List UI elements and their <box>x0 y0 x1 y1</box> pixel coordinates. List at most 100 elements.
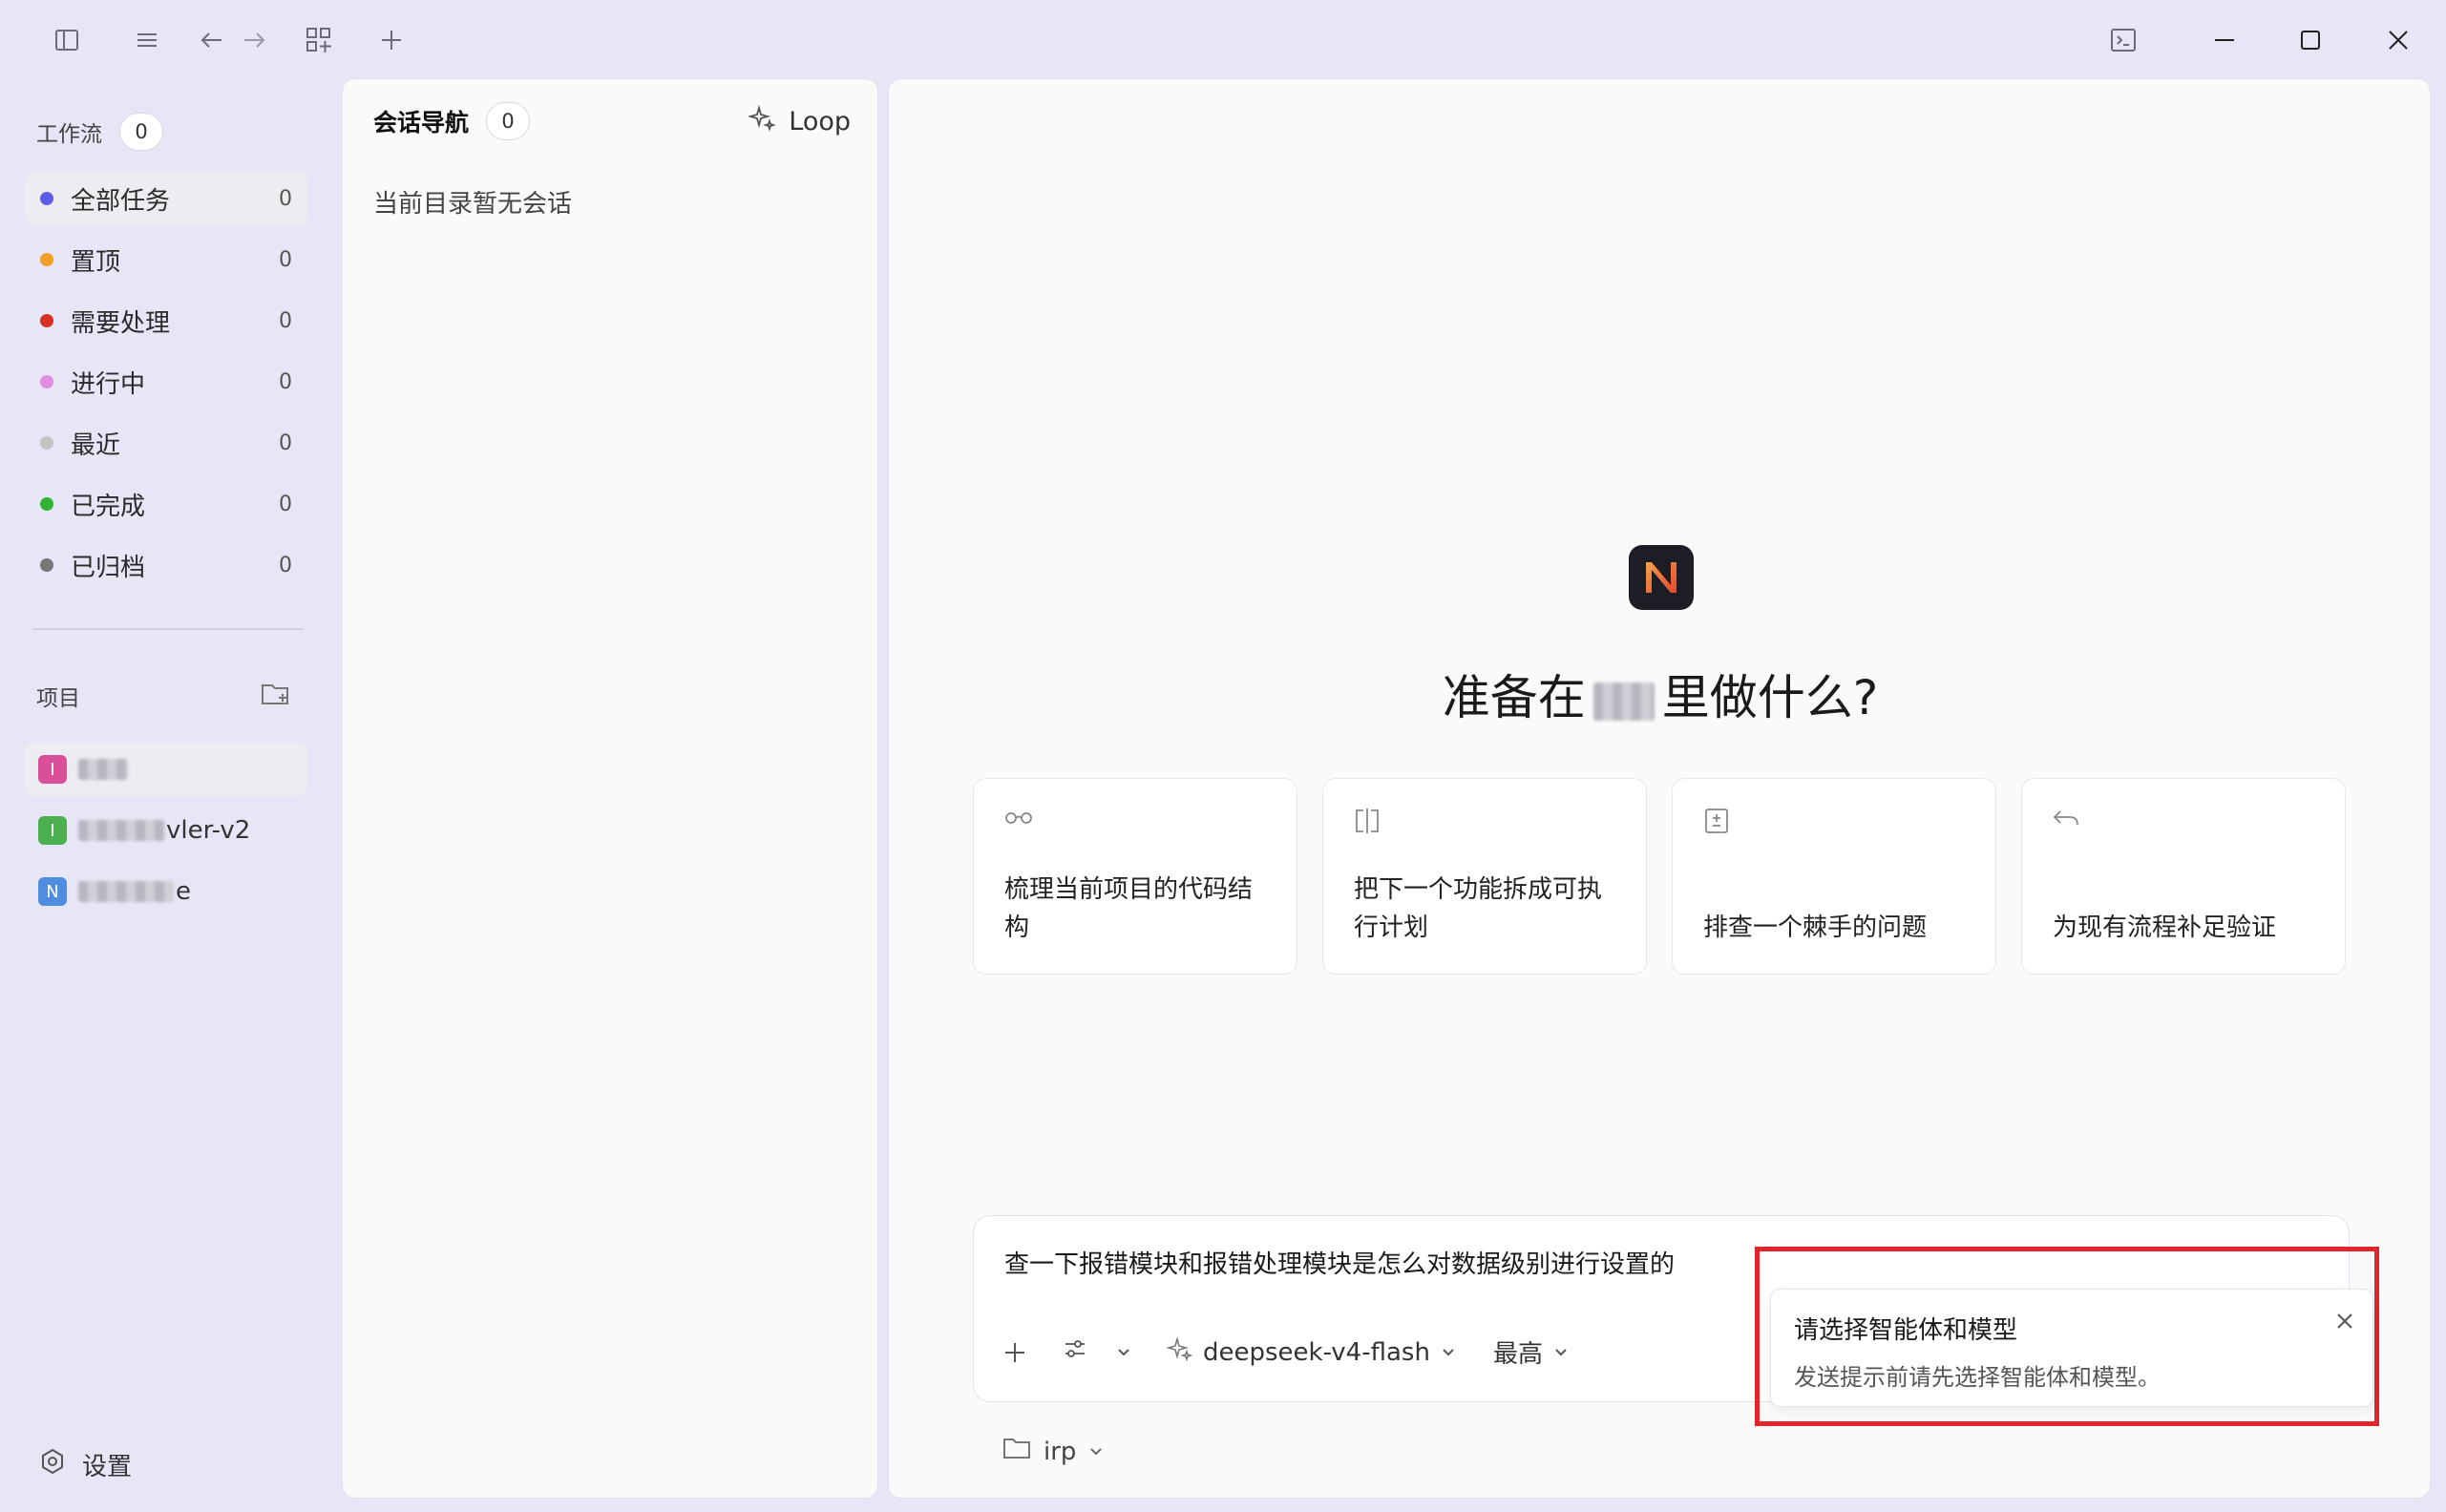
hero-suffix: 里做什么? <box>1661 670 1879 725</box>
menu-icon[interactable] <box>122 15 172 65</box>
sidebar-item-completed[interactable]: 已完成 0 <box>25 477 307 531</box>
status-dot <box>40 314 53 327</box>
attach-plus-icon[interactable] <box>1002 1340 1027 1365</box>
toast-message: 发送提示前请先选择智能体和模型。 <box>1794 1364 2161 1391</box>
sidebar-item-count: 0 <box>279 308 292 333</box>
sliders-icon <box>1062 1335 1088 1369</box>
sidebar-item-in-progress[interactable]: 进行中 0 <box>25 355 307 409</box>
sidebar: 工作流 0 全部任务 0 置顶 0 需要处理 0 进行中 0 最近 0 已完成 … <box>0 80 340 1512</box>
gear-icon <box>38 1447 67 1482</box>
close-icon[interactable] <box>2334 1311 2355 1335</box>
session-count-badge: 0 <box>486 102 531 140</box>
sidebar-item-needs-action[interactable]: 需要处理 0 <box>25 294 307 347</box>
sidebar-divider <box>32 628 304 630</box>
sidebar-item-recent[interactable]: 最近 0 <box>25 416 307 470</box>
model-name: deepseek-v4-flash <box>1203 1337 1430 1367</box>
forward-icon[interactable] <box>229 15 279 65</box>
status-dot <box>40 375 53 388</box>
suggestion-card-text: 把下一个功能拆成可执行计划 <box>1354 875 1603 942</box>
title-bar <box>0 0 2446 80</box>
sidebar-item-count: 0 <box>279 186 292 211</box>
sidebar-item-label: 最近 <box>71 430 121 460</box>
chevron-down-icon <box>1440 1338 1457 1367</box>
add-folder-icon[interactable] <box>260 680 292 712</box>
diff-icon <box>1701 806 1732 840</box>
effort-label: 最高 <box>1492 1340 1543 1369</box>
settings-button[interactable]: 设置 <box>38 1447 132 1482</box>
redacted-name <box>78 820 164 841</box>
folder-name: irp <box>1044 1437 1077 1466</box>
project-badge: I <box>38 816 67 845</box>
session-navigation-panel: 会话导航 0 Loop 当前目录暂无会话 <box>342 78 878 1499</box>
folder-selector[interactable]: irp <box>1002 1435 1105 1468</box>
hero-heading: 准备在 里做什么? <box>889 660 2432 728</box>
suggestion-cards: 梳理当前项目的代码结构 把下一个功能拆成可执行计划 排查一个棘手的问题 为现有流… <box>973 778 2346 975</box>
status-dot <box>40 192 53 205</box>
sidebar-item-all-tasks[interactable]: 全部任务 0 <box>25 172 307 225</box>
chevron-down-icon <box>1087 1438 1105 1466</box>
settings-label: 设置 <box>82 1453 133 1481</box>
suggestion-card-text: 排查一个棘手的问题 <box>1703 914 1928 942</box>
sidebar-item-label: 全部任务 <box>71 186 171 216</box>
redacted-project-name <box>1592 682 1655 721</box>
sidebar-item-label: 已归档 <box>71 553 146 582</box>
sidebar-item-archived[interactable]: 已归档 0 <box>25 538 307 592</box>
close-window-icon[interactable] <box>2370 15 2427 65</box>
projects-header: 项目 <box>36 680 292 712</box>
terminal-icon[interactable] <box>2095 15 2152 65</box>
project-item[interactable]: N e <box>25 865 307 918</box>
suggestion-card[interactable]: 排查一个棘手的问题 <box>1672 778 1996 975</box>
workflow-title: 工作流 <box>36 122 102 147</box>
glasses-icon <box>1002 806 1035 832</box>
chevron-down-icon <box>1115 1338 1132 1367</box>
loop-button[interactable]: Loop <box>747 104 851 139</box>
workflow-header: 工作流 0 <box>36 113 163 151</box>
maximize-icon[interactable] <box>2282 15 2339 65</box>
session-panel-title: 会话导航 <box>373 109 470 136</box>
model-selector[interactable]: deepseek-v4-flash <box>1166 1335 1457 1369</box>
effort-selector[interactable]: 最高 <box>1493 1334 1570 1370</box>
split-icon <box>1352 806 1382 840</box>
suggestion-card[interactable]: 梳理当前项目的代码结构 <box>973 778 1297 975</box>
new-tab-plus-icon[interactable] <box>367 15 416 65</box>
sparkle-icon <box>747 104 777 139</box>
undo-icon <box>2051 806 2081 840</box>
chevron-down-icon <box>1552 1338 1570 1367</box>
suggestion-card-text: 梳理当前项目的代码结构 <box>1004 875 1254 942</box>
notification-toast: 请选择智能体和模型 发送提示前请先选择智能体和模型。 <box>1770 1289 2373 1407</box>
sidebar-item-count: 0 <box>279 492 292 516</box>
sidebar-toggle-icon[interactable] <box>42 15 92 65</box>
loop-label: Loop <box>789 106 851 136</box>
hero-prefix: 准备在 <box>1442 670 1586 725</box>
status-dot <box>40 436 53 450</box>
sidebar-item-count: 0 <box>279 553 292 578</box>
project-name-suffix: e <box>176 877 191 906</box>
sparkle-icon <box>1166 1335 1193 1369</box>
workflow-count-badge: 0 <box>119 113 163 151</box>
status-dot <box>40 558 53 572</box>
project-badge: I <box>38 755 67 784</box>
redacted-name <box>78 881 174 902</box>
sidebar-item-label: 需要处理 <box>71 308 171 338</box>
sidebar-item-pinned[interactable]: 置顶 0 <box>25 233 307 286</box>
grid-add-icon[interactable] <box>294 15 344 65</box>
project-name-suffix: vler-v2 <box>166 816 251 845</box>
prompt-input[interactable]: 查一下报错模块和报错处理模块是怎么对数据级别进行设置的 <box>1004 1245 1675 1280</box>
project-item[interactable]: I vler-v2 <box>25 804 307 857</box>
suggestion-card[interactable]: 把下一个功能拆成可执行计划 <box>1322 778 1647 975</box>
sidebar-item-label: 已完成 <box>71 492 146 521</box>
sidebar-item-count: 0 <box>279 430 292 455</box>
suggestion-card[interactable]: 为现有流程补足验证 <box>2021 778 2346 975</box>
agent-settings-dropdown[interactable] <box>1062 1335 1132 1369</box>
suggestion-card-text: 为现有流程补足验证 <box>2053 914 2277 942</box>
project-badge: N <box>38 877 67 906</box>
minimize-icon[interactable] <box>2196 15 2253 65</box>
session-panel-header: 会话导航 0 Loop <box>373 102 851 140</box>
projects-title: 项目 <box>36 686 80 711</box>
folder-icon <box>1002 1435 1032 1468</box>
empty-sessions-text: 当前目录暂无会话 <box>373 190 573 219</box>
workflow-nav-list: 全部任务 0 置顶 0 需要处理 0 进行中 0 最近 0 已完成 0 已归档 … <box>25 172 307 599</box>
project-list: I I vler-v2 N e <box>25 743 307 926</box>
project-item[interactable]: I <box>25 743 307 796</box>
sidebar-item-count: 0 <box>279 247 292 272</box>
